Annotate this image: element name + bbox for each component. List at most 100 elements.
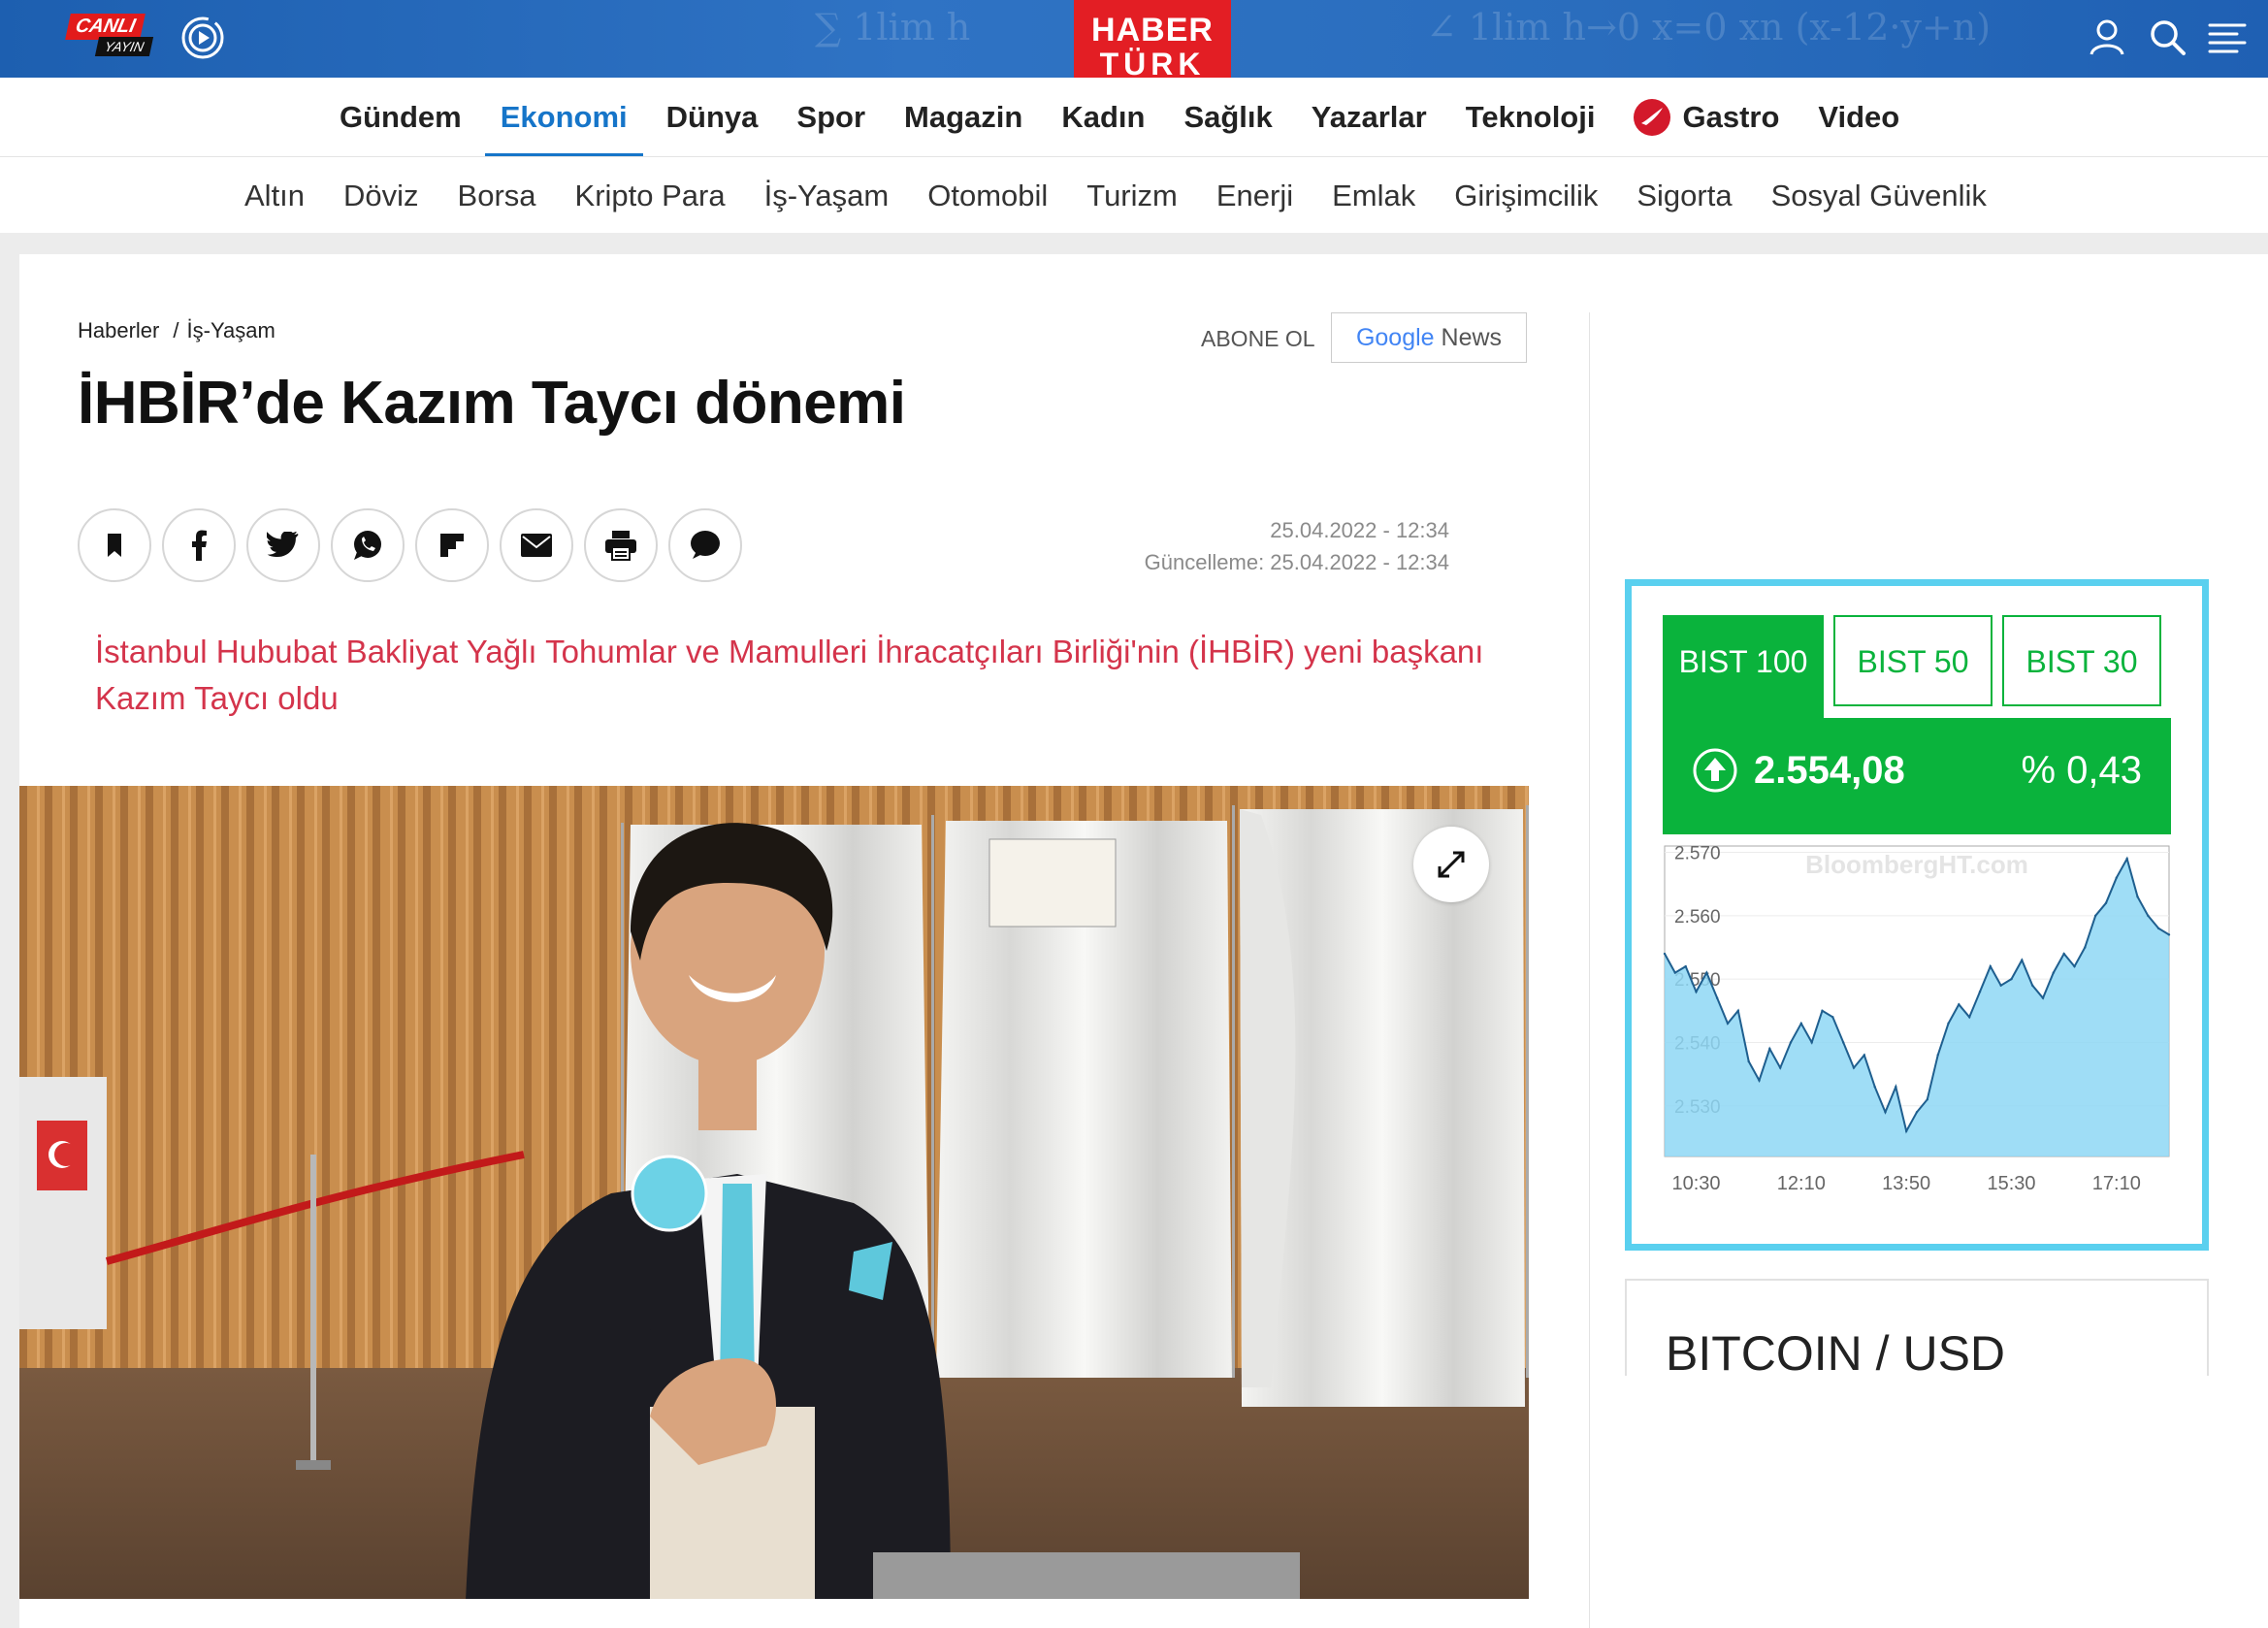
bookmark-icon [108, 534, 121, 557]
nav-item-gundem[interactable]: Gündem [320, 78, 481, 156]
chart-y-tick-label: 2.560 [1674, 907, 1721, 928]
facebook-share-button[interactable] [162, 508, 236, 582]
chart-data-point [2147, 914, 2150, 918]
chart-data-point [1799, 1022, 1803, 1026]
news-wordmark: News [1441, 324, 1503, 351]
nav-item-magazin[interactable]: Magazin [885, 78, 1042, 156]
subnav-item-doviz[interactable]: Döviz [324, 157, 438, 233]
chart-data-point [1768, 1047, 1771, 1051]
tab-bist-100[interactable]: BIST 100 [1663, 615, 1824, 718]
logo-line-1: HABER [1091, 12, 1214, 49]
chart-data-point [1821, 1009, 1824, 1012]
chart-data-point [2041, 996, 2045, 999]
nav-item-gastro-label: Gastro [1682, 99, 1780, 134]
column-divider [1589, 312, 1590, 1628]
print-button[interactable] [584, 508, 658, 582]
flipboard-share-button[interactable] [415, 508, 489, 582]
user-icon[interactable] [2088, 17, 2126, 58]
chart-data-point [1705, 971, 1708, 974]
chart-data-point [2073, 964, 2076, 968]
chart-data-point [1736, 1009, 1740, 1012]
comment-icon [691, 531, 720, 559]
main-nav: Gündem Ekonomi Dünya Spor Magazin Kadın … [0, 78, 2268, 157]
subnav-item-turizm[interactable]: Turizm [1067, 157, 1197, 233]
subnav-item-otomobil[interactable]: Otomobil [908, 157, 1067, 233]
nav-item-ekonomi[interactable]: Ekonomi [481, 78, 647, 156]
index-chart-svg: BloombergHT.com2.5702.5602.5502.5402.530… [1663, 844, 2171, 1194]
subnav-item-sosyal-guvenlik[interactable]: Sosyal Güvenlik [1752, 157, 2006, 233]
index-value-bar: 2.554,08 % 0,43 [1663, 718, 2171, 834]
chart-data-point [1684, 964, 1687, 968]
subnav-item-borsa[interactable]: Borsa [438, 157, 556, 233]
nav-item-gastro[interactable]: Gastro [1614, 78, 1798, 156]
article-dates: 25.04.2022 - 12:34 Güncelleme: 25.04.202… [1061, 514, 1449, 578]
bist-tabs: BIST 100 BIST 50 BIST 30 [1663, 615, 2161, 718]
nav-item-yazarlar[interactable]: Yazarlar [1292, 78, 1446, 156]
top-bar: ∑ 1lim h ∠ 1lim h→0 x=0 xn (x-12·y+n) CA… [0, 0, 2268, 78]
twitter-share-button[interactable] [246, 508, 320, 582]
index-chart[interactable]: BloombergHT.com2.5702.5602.5502.5402.530… [1663, 844, 2171, 1207]
play-icon[interactable] [180, 16, 225, 60]
chart-data-point [1863, 1054, 1866, 1057]
chart-data-point [1978, 991, 1982, 993]
chart-data-point [2021, 959, 2024, 961]
chart-y-tick-label: 2.570 [1674, 844, 1721, 864]
chart-watermark: BloombergHT.com [1805, 850, 2028, 879]
photo-illustration [19, 786, 1529, 1599]
nav-item-teknoloji[interactable]: Teknoloji [1446, 78, 1615, 156]
live-label: CANLI [65, 14, 146, 40]
index-change: % 0,43 [2021, 749, 2142, 792]
google-news-button[interactable]: Google News [1331, 312, 1527, 363]
subnav-item-sigorta[interactable]: Sigorta [1617, 157, 1751, 233]
tab-bist-50[interactable]: BIST 50 [1833, 615, 1993, 706]
turkish-airlines-icon [1634, 98, 1671, 136]
chart-data-point [1778, 1066, 1782, 1069]
subnav-item-emlak[interactable]: Emlak [1312, 157, 1435, 233]
bitcoin-widget: BITCOIN / USD [1625, 1279, 2209, 1381]
comment-button[interactable] [668, 508, 742, 582]
menu-icon[interactable] [2208, 17, 2247, 58]
bist-widget: BIST 100 BIST 50 BIST 30 2.554,08 % 0,43… [1625, 579, 2209, 1251]
share-bar [78, 508, 742, 582]
chart-data-point [2167, 933, 2171, 936]
subnav-item-is-yasam[interactable]: İş-Yaşam [745, 157, 909, 233]
expand-photo-button[interactable] [1413, 827, 1489, 902]
mail-share-button[interactable] [500, 508, 573, 582]
chart-data-point [2115, 876, 2119, 879]
chart-x-tick-label: 12:10 [1777, 1173, 1826, 1194]
breadcrumb-home[interactable]: Haberler [78, 318, 159, 342]
subnav-item-altin[interactable]: Altın [225, 157, 324, 233]
chart-data-point [1989, 964, 1993, 968]
chart-data-point [1726, 1022, 1730, 1026]
chart-data-point [1715, 996, 1719, 999]
tab-bist-30[interactable]: BIST 30 [2002, 615, 2161, 706]
chart-data-point [1852, 1066, 1856, 1069]
nav-item-spor[interactable]: Spor [777, 78, 885, 156]
nav-item-kadin[interactable]: Kadın [1042, 78, 1164, 156]
search-icon[interactable] [2148, 17, 2187, 58]
mail-icon [521, 534, 552, 557]
subnav-item-kripto[interactable]: Kripto Para [556, 157, 745, 233]
breadcrumb-category[interactable]: İş-Yaşam [187, 318, 275, 342]
live-broadcast-button[interactable]: CANLI YAYIN [65, 14, 165, 60]
chart-data-point [1841, 1041, 1845, 1044]
nav-item-saglik[interactable]: Sağlık [1164, 78, 1291, 156]
nav-item-dunya[interactable]: Dünya [647, 78, 778, 156]
nav-item-video[interactable]: Video [1798, 78, 1919, 156]
site-logo[interactable]: HABER TÜRK [1074, 0, 1231, 78]
chart-data-point [1873, 1085, 1876, 1089]
subnav-item-enerji[interactable]: Enerji [1197, 157, 1312, 233]
expand-icon [1438, 851, 1465, 878]
chart-data-point [2156, 927, 2160, 930]
whatsapp-icon [354, 531, 381, 560]
print-icon [605, 531, 636, 561]
chart-x-tick-label: 17:10 [2092, 1173, 2141, 1194]
background-decoration: ∑ 1lim h [815, 6, 971, 49]
chart-data-point [1904, 1129, 1908, 1133]
bookmark-button[interactable] [78, 508, 151, 582]
whatsapp-share-button[interactable] [331, 508, 405, 582]
google-wordmark: Google [1355, 324, 1435, 351]
chart-data-point [2052, 971, 2056, 974]
article-photo[interactable] [19, 786, 1529, 1599]
subnav-item-girisimcilik[interactable]: Girişimcilik [1435, 157, 1617, 233]
